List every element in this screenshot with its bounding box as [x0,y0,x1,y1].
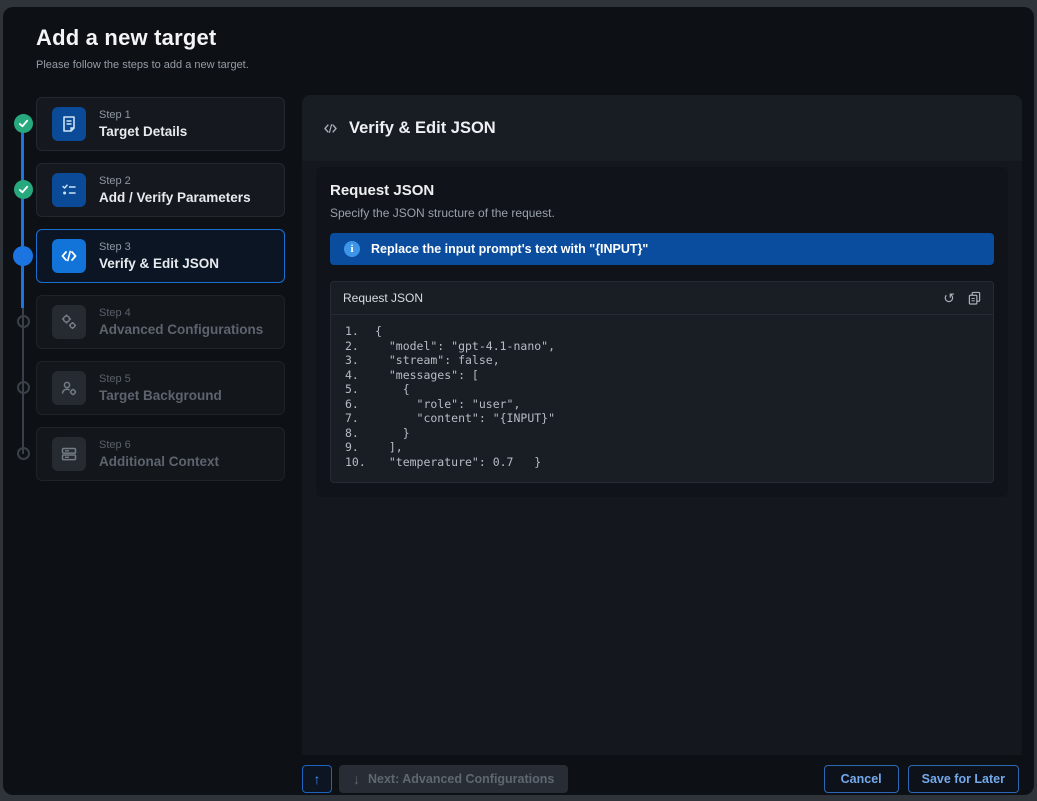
code-line: 10. "temperature": 0.7 } [331,455,993,470]
idle-step-dot [17,447,30,460]
cancel-button[interactable]: Cancel [824,765,899,793]
checklist-icon [52,173,86,207]
code-line: 9. ], [331,440,993,455]
down-arrow-icon: ↓ [353,771,360,787]
code-line: 8. } [331,426,993,441]
section-heading: Request JSON [330,182,994,199]
stepper-rail-completed [21,124,24,308]
step-item-target-details[interactable]: Step 1 Target Details [36,97,285,151]
code-icon [322,120,339,137]
gears-icon [52,305,86,339]
up-arrow-icon: ↑ [314,771,321,787]
code-line: 6. "role": "user", [331,397,993,412]
code-line: 7. "content": "{INPUT}" [331,411,993,426]
dialog-header: Add a new target Please follow the steps… [36,25,249,71]
code-line: 4. "messages": [ [331,368,993,383]
check-icon [14,114,33,133]
dialog-footer: ↑ ↓ Next: Advanced Configurations Cancel… [302,764,1019,794]
step-label: Step 4 [99,308,263,319]
step-item-verify-edit-json[interactable]: Step 3 Verify & Edit JSON [36,229,285,283]
user-gear-icon [52,371,86,405]
step-item-target-background: Step 5 Target Background [36,361,285,415]
step-title: Add / Verify Parameters [99,191,251,205]
step-label: Step 2 [99,176,251,187]
step-item-add-verify-parameters[interactable]: Step 2 Add / Verify Parameters [36,163,285,217]
panel-title: Verify & Edit JSON [349,119,496,138]
code-line: 3. "stream": false, [331,353,993,368]
scroll-up-button[interactable]: ↑ [302,765,332,793]
step-item-advanced-configurations: Step 4 Advanced Configurations [36,295,285,349]
info-banner-text: Replace the input prompt's text with "{I… [371,242,648,256]
code-line: 2. "model": "gpt-4.1-nano", [331,339,993,354]
undo-icon[interactable]: ↺ [943,291,955,305]
step-label: Step 3 [99,242,219,253]
check-icon [14,180,33,199]
step-title: Additional Context [99,455,219,469]
step-title: Target Details [99,125,187,139]
add-target-dialog: Add a new target Please follow the steps… [3,7,1034,795]
step-title: Target Background [99,389,222,403]
next-step-label: Next: Advanced Configurations [368,772,554,786]
page-title: Add a new target [36,25,249,51]
step-label: Step 1 [99,110,187,121]
idle-step-dot [17,381,30,394]
step-item-additional-context: Step 6 Additional Context [36,427,285,481]
editor-header: Request JSON ↺ [331,282,993,315]
code-line: 5. { [331,382,993,397]
step-content-panel: Verify & Edit JSON Request JSON Specify … [302,95,1022,755]
copy-icon[interactable] [968,291,981,305]
json-editor[interactable]: Request JSON ↺ 1.{ 2. "model": "gpt-4.1-… [330,281,994,483]
stepper: Step 1 Target Details Step 2 Add / Verif… [3,95,305,655]
active-step-dot [13,246,33,266]
section-description: Specify the JSON structure of the reques… [330,206,994,220]
idle-step-dot [17,315,30,328]
code-icon [52,239,86,273]
panel-header: Verify & Edit JSON [302,95,1022,161]
form-icon [52,107,86,141]
step-label: Step 6 [99,440,219,451]
editor-label: Request JSON [343,291,943,305]
step-label: Step 5 [99,374,222,385]
step-title: Advanced Configurations [99,323,263,337]
save-for-later-button[interactable]: Save for Later [908,765,1019,793]
code-area[interactable]: 1.{ 2. "model": "gpt-4.1-nano", 3. "stre… [331,315,993,482]
server-icon [52,437,86,471]
info-icon: i [344,241,360,257]
step-title: Verify & Edit JSON [99,257,219,271]
code-line: 1.{ [331,324,993,339]
info-banner: i Replace the input prompt's text with "… [330,233,994,265]
request-json-section: Request JSON Specify the JSON structure … [316,167,1008,497]
page-subtitle: Please follow the steps to add a new tar… [36,59,249,71]
next-step-button[interactable]: ↓ Next: Advanced Configurations [339,765,568,793]
